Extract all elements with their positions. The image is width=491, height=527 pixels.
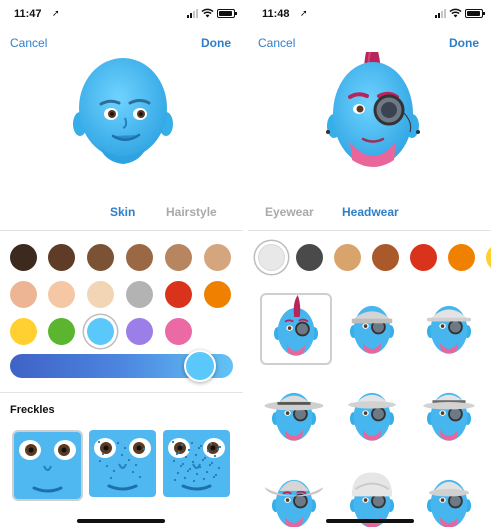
divider [0, 392, 243, 393]
headwear-option-fedora-with-band[interactable] [415, 380, 487, 452]
section-title-freckles: Freckles [10, 404, 55, 416]
skin-color-swatch[interactable] [165, 318, 192, 345]
skin-color-swatch[interactable] [126, 244, 153, 271]
skin-color-swatch[interactable] [126, 318, 153, 345]
category-tabs: Eyewear Headwear [248, 205, 491, 225]
skin-color-swatch[interactable] [204, 281, 231, 308]
skin-color-swatch[interactable] [48, 244, 75, 271]
headwear-option-bowler-hat[interactable] [415, 467, 487, 527]
tab-skin[interactable]: Skin [110, 205, 135, 219]
home-indicator[interactable] [326, 519, 414, 523]
headwear-option-wide-brim-hat[interactable] [260, 380, 332, 452]
cancel-button[interactable]: Cancel [258, 36, 295, 50]
freckles-option-light[interactable] [89, 430, 160, 501]
avatar-preview [0, 52, 243, 192]
skin-color-swatch[interactable] [10, 281, 37, 308]
headwear-color-swatch[interactable] [372, 244, 399, 271]
status-bar: 11:47 ➚ [0, 0, 243, 26]
home-indicator[interactable] [77, 519, 165, 523]
wifi-icon [449, 8, 462, 18]
skin-color-swatch[interactable] [87, 244, 114, 271]
headwear-color-swatch[interactable] [296, 244, 323, 271]
skin-color-swatch[interactable] [204, 244, 231, 271]
status-time: 11:48 [262, 8, 290, 20]
headwear-color-swatch[interactable] [486, 244, 491, 271]
location-arrow-icon: ➚ [300, 8, 308, 18]
memoji-avatar [73, 58, 173, 164]
headwear-option-cowboy-hat[interactable] [260, 467, 332, 527]
headwear-option-flat-cap[interactable] [338, 293, 410, 365]
skin-color-swatch[interactable] [165, 244, 192, 271]
freckles-option-none[interactable] [12, 430, 83, 501]
skin-color-swatch[interactable] [87, 318, 114, 345]
skin-color-swatch[interactable] [87, 281, 114, 308]
headwear-color-swatch[interactable] [448, 244, 475, 271]
slider-thumb[interactable] [183, 350, 216, 382]
wifi-icon [201, 8, 214, 18]
memoji-avatar [326, 32, 420, 167]
done-button[interactable]: Done [201, 36, 231, 50]
headwear-option-mohawk[interactable] [260, 293, 332, 365]
tab-hairstyle[interactable]: Hairstyle [166, 205, 217, 219]
headwear-option-turban[interactable] [338, 467, 410, 527]
skin-color-swatch[interactable] [48, 281, 75, 308]
avatar-preview [248, 32, 491, 192]
headwear-option-fedora[interactable] [338, 380, 410, 452]
tab-headwear[interactable]: Headwear [342, 205, 399, 219]
done-button[interactable]: Done [449, 36, 479, 50]
divider [0, 230, 243, 231]
skin-color-swatch[interactable] [10, 244, 37, 271]
skin-color-swatch[interactable] [10, 318, 37, 345]
cancel-button[interactable]: Cancel [10, 36, 47, 50]
headwear-option-trilby[interactable] [415, 293, 487, 365]
battery-icon [217, 8, 237, 18]
headwear-color-swatch[interactable] [334, 244, 361, 271]
headwear-color-swatch[interactable] [258, 244, 285, 271]
skin-tone-slider[interactable] [10, 350, 233, 382]
status-bar: 11:48 ➚ [248, 0, 491, 26]
freckles-option-heavy[interactable] [163, 430, 234, 501]
memoji-editor-skin-screen: 11:47 ➚ Cancel Done Skin Hairstyle Freck… [0, 0, 243, 527]
battery-icon [465, 8, 485, 18]
tab-eyewear[interactable]: Eyewear [265, 205, 314, 219]
memoji-editor-headwear-screen: 11:48 ➚ Cancel Done Eyewear Headwear [248, 0, 491, 527]
headwear-color-swatch[interactable] [410, 244, 437, 271]
cellular-signal-icon [187, 8, 198, 18]
status-time: 11:47 [14, 8, 42, 20]
cellular-signal-icon [435, 8, 446, 18]
category-tabs: Skin Hairstyle [0, 205, 243, 225]
location-arrow-icon: ➚ [52, 8, 60, 18]
skin-color-swatch[interactable] [165, 281, 192, 308]
skin-color-swatch[interactable] [126, 281, 153, 308]
skin-color-swatch[interactable] [48, 318, 75, 345]
divider [248, 230, 491, 231]
